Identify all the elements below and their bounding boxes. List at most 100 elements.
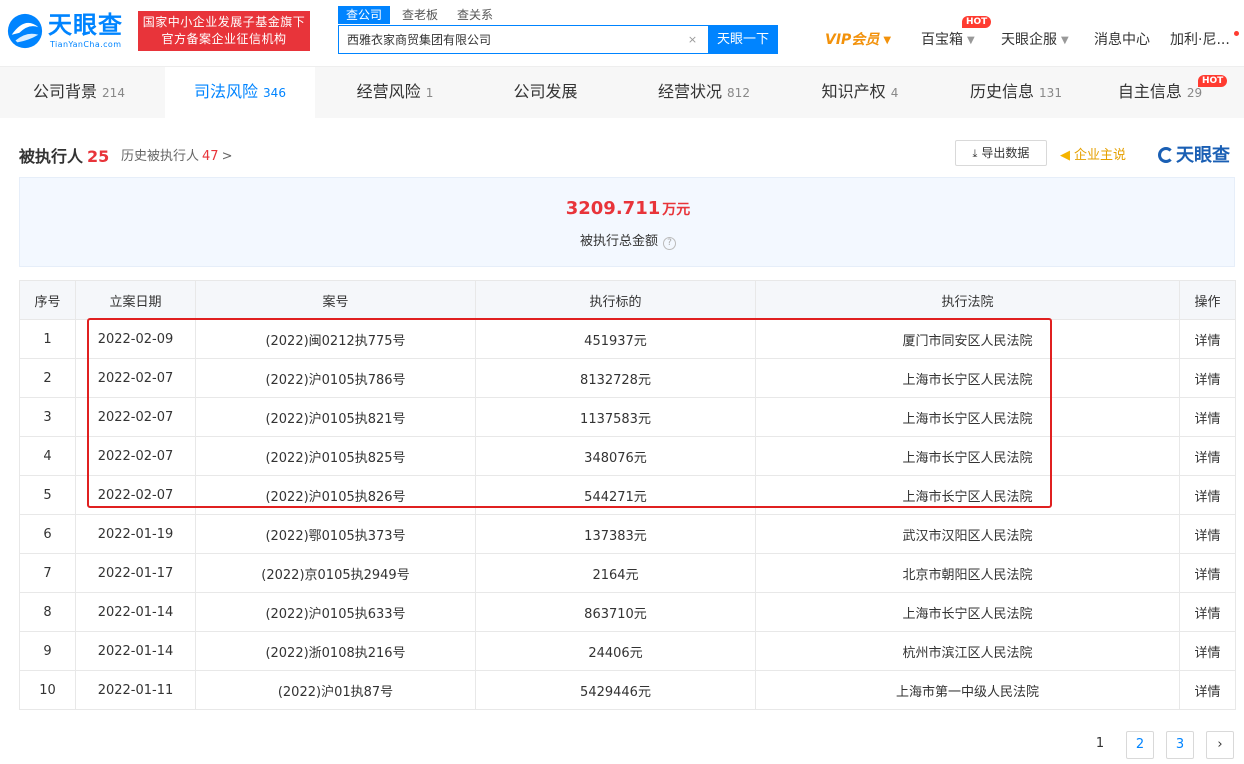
section-title-text: 被执行人 (19, 147, 84, 166)
detail-link[interactable]: 详情 (1179, 436, 1236, 476)
table-row: 8 2022-01-14 (2022)沪0105执633号 863710元 上海市长宁区… (19, 592, 1236, 632)
qifu-menu[interactable]: 天眼企服 ▼ (1001, 30, 1069, 51)
tianyancha-logo-icon (1158, 147, 1174, 163)
case-number-cell: (2022)沪0105执633号 (195, 592, 476, 632)
user-menu[interactable]: 加利·尼... (1170, 30, 1230, 50)
search-tab-relation[interactable]: 查关系 (457, 6, 493, 24)
case-number-cell: (2022)浙0108执216号 (195, 631, 476, 671)
case-number-cell: (2022)京0105执2949号 (195, 553, 476, 593)
detail-link[interactable]: 详情 (1179, 592, 1236, 632)
tab-self-info[interactable]: 自主信息 29 (1108, 67, 1212, 119)
download-icon: ⤓ (972, 147, 978, 160)
export-label: 导出数据 (981, 146, 1030, 160)
table-row: 3 2022-02-07 (2022)沪0105执821号 1137583元 上海市长宁… (19, 397, 1236, 437)
detail-link[interactable]: 详情 (1179, 475, 1236, 515)
detail-link[interactable]: 详情 (1179, 553, 1236, 593)
case-number-cell: (2022)沪0105执821号 (195, 397, 476, 437)
court-cell: 上海市长宁区人民法院 (755, 475, 1180, 515)
search-box: × (338, 25, 708, 54)
tab-count: 4 (890, 86, 899, 100)
amount-cell: 544271元 (475, 475, 756, 515)
page-1[interactable]: 1 (1086, 731, 1114, 759)
clear-icon[interactable]: × (686, 33, 699, 46)
date-cell: 2022-02-07 (75, 436, 196, 476)
amount-cell: 451937元 (475, 319, 756, 359)
detail-link[interactable]: 详情 (1179, 358, 1236, 398)
site-logo[interactable]: 天眼查 TianYanCha.com (6, 10, 132, 52)
tianyancha-logo-icon (7, 13, 43, 49)
qifu-label: 天眼企服 (1001, 32, 1057, 48)
baibaoxiang-label: 百宝箱 (921, 32, 963, 48)
case-number-cell: (2022)沪0105执826号 (195, 475, 476, 515)
date-cell: 2022-01-14 (75, 592, 196, 632)
tab-company-development[interactable]: 公司发展 (500, 67, 596, 119)
chevron-right-icon[interactable]: › (1206, 731, 1234, 759)
amount-cell: 5429446元 (475, 670, 756, 710)
export-button[interactable]: ⤓ 导出数据 (955, 140, 1047, 166)
summary-panel: 3209.711 万元 被执行总金额? (19, 177, 1235, 267)
tab-count: 346 (263, 86, 286, 100)
page-3[interactable]: 3 (1166, 731, 1194, 759)
header-date: 立案日期 (75, 280, 196, 320)
tab-history[interactable]: 历史信息 131 (960, 67, 1072, 119)
question-circle-icon[interactable]: ? (663, 237, 676, 250)
vip-menu[interactable]: VIP会员 ▼ (825, 30, 891, 51)
court-cell: 上海市第一中级人民法院 (755, 670, 1180, 710)
tab-label: 经营状况 (658, 82, 723, 101)
tab-operating-risk[interactable]: 经营风险 1 (340, 67, 450, 119)
section-title: 被执行人 25 (19, 143, 109, 167)
page-2[interactable]: 2 (1126, 731, 1154, 759)
tab-intellectual-property[interactable]: 知识产权 4 (810, 67, 910, 119)
amount-cell: 137383元 (475, 514, 756, 554)
tab-company-background[interactable]: 公司背景 214 (20, 67, 138, 119)
amount-cell: 1137583元 (475, 397, 756, 437)
messages-link[interactable]: 消息中心 (1094, 30, 1150, 50)
amount-cell: 348076元 (475, 436, 756, 476)
table-row: 1 2022-02-09 (2022)闽0212执775号 451937元 厦门市同安区… (19, 319, 1236, 359)
search-tab-company[interactable]: 查公司 (338, 6, 391, 24)
search-tab-boss[interactable]: 查老板 (402, 6, 438, 24)
header-index: 序号 (19, 280, 76, 320)
amount-cell: 8132728元 (475, 358, 756, 398)
baibaoxiang-menu[interactable]: 百宝箱 ▼ (921, 30, 975, 51)
detail-link[interactable]: 详情 (1179, 397, 1236, 437)
header-action: 操作 (1179, 280, 1236, 320)
tab-operating-status[interactable]: 经营状况 812 (648, 67, 760, 119)
caret-down-icon: ▼ (883, 35, 892, 46)
date-cell: 2022-01-14 (75, 631, 196, 671)
table-row: 5 2022-02-07 (2022)沪0105执826号 544271元 上海市长宁区… (19, 475, 1236, 515)
detail-link[interactable]: 详情 (1179, 670, 1236, 710)
total-amount-unit: 万元 (662, 202, 691, 218)
detail-link[interactable]: 详情 (1179, 514, 1236, 554)
table-row: 4 2022-02-07 (2022)沪0105执825号 348076元 上海市长宁区… (19, 436, 1236, 476)
history-executed-link[interactable]: 历史被执行人 47 > (121, 145, 232, 164)
search-input[interactable] (339, 26, 679, 53)
tab-label: 自主信息 (1117, 82, 1182, 101)
tab-label: 公司背景 (33, 82, 98, 101)
brand-watermark: 天眼查 (1158, 141, 1230, 167)
tab-count: 29 (1186, 86, 1203, 100)
detail-link[interactable]: 详情 (1179, 319, 1236, 359)
amount-cell: 2164元 (475, 553, 756, 593)
case-number-cell: (2022)沪0105执825号 (195, 436, 476, 476)
index-cell: 1 (19, 319, 76, 359)
court-cell: 上海市长宁区人民法院 (755, 592, 1180, 632)
court-cell: 厦门市同安区人民法院 (755, 319, 1180, 359)
court-cell: 杭州市滨江区人民法院 (755, 631, 1180, 671)
hot-badge: HOT (1198, 75, 1228, 87)
table-row: 6 2022-01-19 (2022)鄂0105执373号 137383元 武汉市汉阳区… (19, 514, 1236, 554)
search-button[interactable]: 天眼一下 (708, 25, 778, 54)
table-row: 9 2022-01-14 (2022)浙0108执216号 24406元 杭州市滨江区人… (19, 631, 1236, 671)
date-cell: 2022-02-07 (75, 358, 196, 398)
table-header-row: 序号 立案日期 案号 执行标的 执行法院 操作 (19, 280, 1236, 320)
chevron-right-icon: > (221, 149, 233, 164)
section-count: 25 (87, 147, 110, 166)
tab-label: 公司发展 (513, 82, 578, 101)
section-tabs: 公司背景 214 司法风险 346 经营风险 1 公司发展 经营状况 812 知识产权 4… (0, 66, 1244, 119)
tab-judicial-risk[interactable]: 司法风险 346 (165, 67, 315, 119)
detail-link[interactable]: 详情 (1179, 631, 1236, 671)
owner-says-link[interactable]: ◀ 企业主说 (1060, 144, 1126, 163)
index-cell: 10 (19, 670, 76, 710)
total-amount-value: 3209.711 (565, 198, 661, 219)
tab-count: 214 (102, 86, 125, 100)
